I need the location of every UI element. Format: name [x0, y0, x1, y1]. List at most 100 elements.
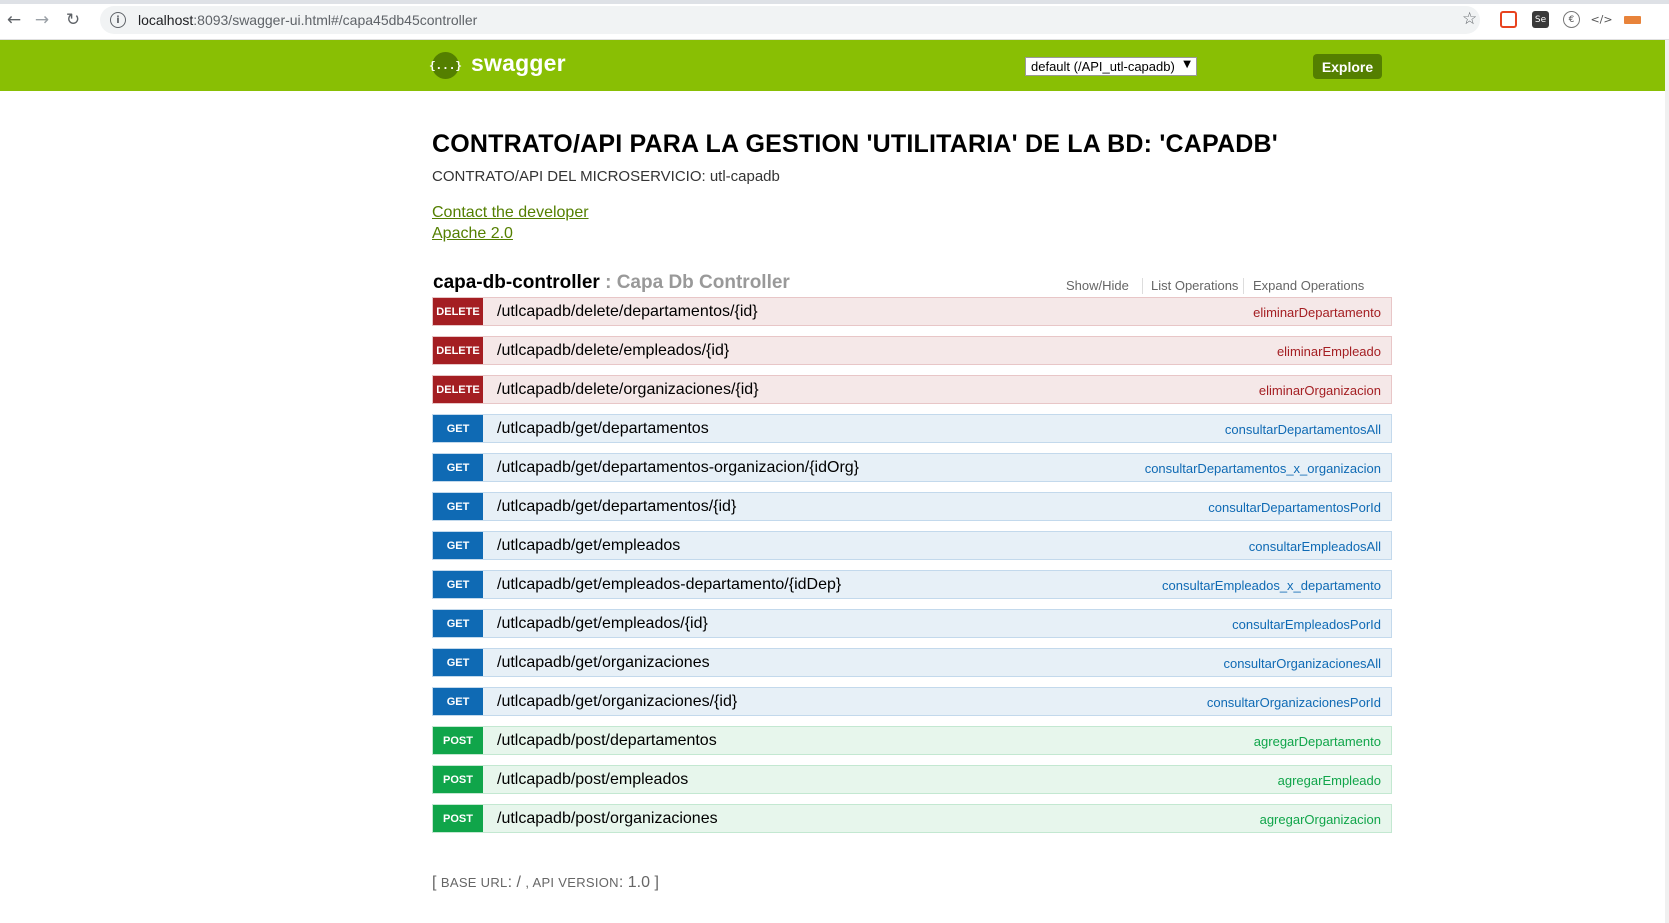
operation-nickname[interactable]: consultarDepartamentos_x_organizacion	[1145, 461, 1381, 476]
code-extension-icon[interactable]: </>	[1590, 11, 1612, 28]
api-select-value: default (/API_utl-capadb)	[1031, 59, 1175, 74]
address-bar[interactable]: i localhost:8093/swagger-ui.html#/capa45…	[100, 6, 1480, 34]
method-badge[interactable]: DELETE	[433, 376, 483, 403]
method-badge[interactable]: GET	[433, 532, 483, 559]
operation-nickname[interactable]: eliminarOrganizacion	[1259, 383, 1381, 398]
method-badge[interactable]: GET	[433, 493, 483, 520]
explore-button[interactable]: Explore	[1313, 54, 1382, 79]
expand-operations-link[interactable]: Expand Operations	[1253, 278, 1364, 293]
operation-path[interactable]: /utlcapadb/get/empleados-departamento/{i…	[497, 576, 841, 594]
url-host: localhost	[138, 12, 194, 28]
operation-row[interactable]: GET /utlcapadb/get/empleados-departament…	[432, 570, 1392, 599]
page-scrollbar[interactable]	[1665, 40, 1669, 923]
operation-path[interactable]: /utlcapadb/get/empleados/{id}	[497, 615, 708, 633]
operation-nickname[interactable]: consultarEmpleados_x_departamento	[1162, 578, 1381, 593]
method-badge[interactable]: POST	[433, 805, 483, 832]
operation-nickname[interactable]: agregarDepartamento	[1254, 734, 1381, 749]
operation-nickname[interactable]: consultarDepartamentosPorId	[1208, 500, 1381, 515]
operation-path[interactable]: /utlcapadb/get/organizaciones	[497, 654, 710, 672]
dropdown-arrow-icon: ▼	[1183, 59, 1191, 70]
operation-row[interactable]: GET /utlcapadb/get/departamentos/{id} co…	[432, 492, 1392, 521]
operation-path[interactable]: /utlcapadb/delete/organizaciones/{id}	[497, 381, 759, 399]
selenium-extension-icon[interactable]: Se	[1532, 11, 1549, 28]
operation-row[interactable]: DELETE /utlcapadb/delete/empleados/{id} …	[432, 336, 1392, 365]
operation-row[interactable]: GET /utlcapadb/get/empleados consultarEm…	[432, 531, 1392, 560]
controller-name[interactable]: capa-db-controller	[433, 272, 600, 293]
tab-strip-edge	[0, 0, 1669, 4]
operation-row[interactable]: POST /utlcapadb/post/empleados agregarEm…	[432, 765, 1392, 794]
operation-path[interactable]: /utlcapadb/get/departamentos/{id}	[497, 498, 736, 516]
operation-nickname[interactable]: consultarOrganizacionesAll	[1223, 656, 1381, 671]
url-path: :8093/swagger-ui.html#/capa45db45control…	[193, 12, 478, 28]
operation-path[interactable]: /utlcapadb/get/departamentos-organizacio…	[497, 459, 859, 477]
operation-path[interactable]: /utlcapadb/get/empleados	[497, 537, 680, 555]
operation-nickname[interactable]: consultarEmpleadosAll	[1249, 539, 1381, 554]
operation-row[interactable]: DELETE /utlcapadb/delete/organizaciones/…	[432, 375, 1392, 404]
controller-actions: Show/Hide List Operations Expand Operati…	[1000, 278, 1380, 294]
operation-nickname[interactable]: consultarOrganizacionesPorId	[1207, 695, 1381, 710]
method-badge[interactable]: GET	[433, 571, 483, 598]
operation-path[interactable]: /utlcapadb/get/departamentos	[497, 420, 709, 438]
list-operations-link[interactable]: List Operations	[1151, 278, 1238, 293]
extension-icon[interactable]	[1500, 11, 1517, 28]
bookmark-star-icon[interactable]: ☆	[1462, 9, 1477, 29]
base-url-value: : /	[507, 874, 526, 891]
swagger-logo-icon[interactable]: {...}	[429, 52, 462, 79]
swagger-title[interactable]: swagger	[471, 50, 566, 77]
operation-row[interactable]: GET /utlcapadb/get/empleados/{id} consul…	[432, 609, 1392, 638]
method-badge[interactable]: DELETE	[433, 298, 483, 325]
base-url-label: BASE URL	[440, 875, 508, 890]
action-divider	[1243, 278, 1244, 294]
show-hide-link[interactable]: Show/Hide	[1066, 278, 1129, 293]
api-footer: [ BASE URL: / , API VERSION: 1.0 ]	[432, 874, 659, 892]
api-version-label: API VERSION	[532, 875, 619, 890]
operation-nickname[interactable]: consultarEmpleadosPorId	[1232, 617, 1381, 632]
api-version-value: : 1.0	[618, 874, 655, 891]
reload-icon[interactable]: ↻	[62, 9, 84, 31]
back-arrow-icon[interactable]: ←	[3, 9, 25, 31]
operation-row[interactable]: POST /utlcapadb/post/departamentos agreg…	[432, 726, 1392, 755]
operation-row[interactable]: GET /utlcapadb/get/organizaciones consul…	[432, 648, 1392, 677]
operation-row[interactable]: GET /utlcapadb/get/organizaciones/{id} c…	[432, 687, 1392, 716]
operation-nickname[interactable]: consultarDepartamentosAll	[1225, 422, 1381, 437]
footer-close-bracket: ]	[654, 874, 659, 891]
operation-path[interactable]: /utlcapadb/get/organizaciones/{id}	[497, 693, 737, 711]
method-badge[interactable]: POST	[433, 766, 483, 793]
url-text[interactable]: localhost:8093/swagger-ui.html#/capa45db…	[138, 12, 477, 28]
footer-open-bracket: [	[432, 874, 441, 891]
method-badge[interactable]: GET	[433, 649, 483, 676]
operation-nickname[interactable]: agregarOrganizacion	[1260, 812, 1381, 827]
site-info-icon[interactable]: i	[110, 12, 126, 28]
forward-arrow-icon[interactable]: →	[31, 9, 53, 31]
operation-path[interactable]: /utlcapadb/delete/departamentos/{id}	[497, 303, 758, 321]
controller-separator: :	[599, 272, 617, 293]
operation-row[interactable]: GET /utlcapadb/get/departamentos consult…	[432, 414, 1392, 443]
operation-nickname[interactable]: agregarEmpleado	[1278, 773, 1381, 788]
operation-path[interactable]: /utlcapadb/post/departamentos	[497, 732, 717, 750]
method-badge[interactable]: GET	[433, 610, 483, 637]
colored-extension-icon[interactable]	[1624, 16, 1641, 24]
contact-developer-link[interactable]: Contact the developer	[432, 204, 589, 222]
euro-extension-icon[interactable]: €	[1563, 11, 1580, 28]
controller-heading[interactable]: capa-db-controller : Capa Db Controller	[433, 272, 790, 294]
method-badge[interactable]: POST	[433, 727, 483, 754]
operation-row[interactable]: DELETE /utlcapadb/delete/departamentos/{…	[432, 297, 1392, 326]
method-badge[interactable]: DELETE	[433, 337, 483, 364]
operation-path[interactable]: /utlcapadb/post/organizaciones	[497, 810, 718, 828]
api-select[interactable]: default (/API_utl-capadb) ▼	[1025, 57, 1197, 76]
method-badge[interactable]: GET	[433, 454, 483, 481]
operation-row[interactable]: POST /utlcapadb/post/organizaciones agre…	[432, 804, 1392, 833]
operation-path[interactable]: /utlcapadb/post/empleados	[497, 771, 688, 789]
operation-nickname[interactable]: eliminarEmpleado	[1277, 344, 1381, 359]
method-badge[interactable]: GET	[433, 415, 483, 442]
api-description: CONTRATO/API DEL MICROSERVICIO: utl-capa…	[432, 168, 780, 185]
swagger-header: {...} swagger default (/API_utl-capadb) …	[0, 40, 1669, 91]
operation-nickname[interactable]: eliminarDepartamento	[1253, 305, 1381, 320]
action-divider	[1142, 278, 1143, 294]
browser-toolbar: ← → ↻ i localhost:8093/swagger-ui.html#/…	[0, 0, 1669, 40]
operation-path[interactable]: /utlcapadb/delete/empleados/{id}	[497, 342, 729, 360]
operation-row[interactable]: GET /utlcapadb/get/departamentos-organiz…	[432, 453, 1392, 482]
controller-description: Capa Db Controller	[616, 272, 790, 293]
method-badge[interactable]: GET	[433, 688, 483, 715]
license-link[interactable]: Apache 2.0	[432, 225, 513, 243]
